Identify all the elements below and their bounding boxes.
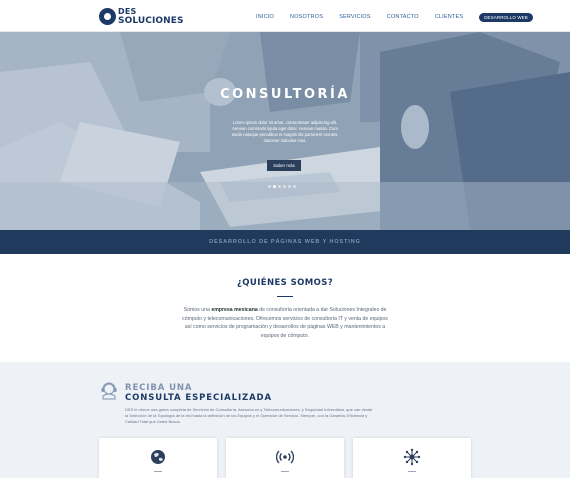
about-section: ¿QUIÉNES SOMOS? Somos una empresa mexica… xyxy=(0,254,570,362)
band-text[interactable]: DESARROLLO DE PÁGINAS WEB Y HOSTING xyxy=(0,239,570,245)
slider-dot[interactable] xyxy=(293,185,296,188)
service-card-globe[interactable] xyxy=(99,438,217,478)
slider-dots xyxy=(268,185,298,188)
hero-slider: CONSULTORÍA Lorem ipsum dolor sit amet, … xyxy=(0,32,570,230)
about-text-start: Somos una xyxy=(183,307,212,313)
card-divider xyxy=(281,471,289,472)
consult-title-line1: RECIBA UNA xyxy=(125,383,193,393)
consult-title-line2: CONSULTA ESPECIALIZADA xyxy=(125,393,272,403)
slider-dot[interactable] xyxy=(283,185,286,188)
nav-servicios[interactable]: SERVICIOS xyxy=(339,14,371,20)
saber-mas-button[interactable]: Saber más xyxy=(267,160,301,171)
consultant-headset-icon xyxy=(101,382,117,400)
services-band: DESARROLLO DE PÁGINAS WEB Y HOSTING xyxy=(0,230,570,254)
card-divider xyxy=(408,471,416,472)
site-logo[interactable]: DES SOLUCIONES xyxy=(99,6,184,26)
service-card-network[interactable] xyxy=(353,438,471,478)
logo-mark-icon xyxy=(99,7,116,25)
about-title: ¿QUIÉNES SOMOS? xyxy=(236,278,334,288)
slider-dot-active[interactable] xyxy=(273,185,276,188)
nav-contacto[interactable]: CONTACTO xyxy=(387,14,419,20)
logo-line2: SOLUCIONES xyxy=(118,15,184,26)
site-header: DES SOLUCIONES INICIO NOSOTROS SERVICIOS… xyxy=(0,0,570,32)
wireless-signal-icon xyxy=(276,450,294,464)
card-divider xyxy=(154,471,162,472)
hero-title: CONSULTORÍA xyxy=(220,87,350,102)
nav-clientes[interactable]: CLIENTES xyxy=(435,14,464,20)
slider-dot[interactable] xyxy=(278,185,281,188)
consult-text: DES le ofrece una gama completa de Servi… xyxy=(125,407,373,424)
desarrollo-web-button[interactable]: DESARROLLO WEB xyxy=(479,12,533,22)
logo-line1: DES xyxy=(118,6,137,16)
slider-dot[interactable] xyxy=(288,185,291,188)
main-nav: INICIO NOSOTROS SERVICIOS CONTACTO CLIEN… xyxy=(256,12,533,22)
globe-icon xyxy=(151,450,165,464)
nav-nosotros[interactable]: NOSOTROS xyxy=(290,14,323,20)
nav-inicio[interactable]: INICIO xyxy=(256,14,274,20)
about-text-bold: empresa mexicana xyxy=(211,307,258,313)
slider-dot[interactable] xyxy=(268,185,271,188)
hero-text: Lorem ipsum dolor sit amet, consectetuer… xyxy=(231,120,339,143)
about-divider xyxy=(277,296,293,297)
logo-text: DES SOLUCIONES xyxy=(118,6,184,26)
service-card-wireless[interactable] xyxy=(226,438,344,478)
network-nodes-icon xyxy=(403,448,421,466)
about-text: Somos una empresa mexicana de consultorí… xyxy=(178,306,392,340)
